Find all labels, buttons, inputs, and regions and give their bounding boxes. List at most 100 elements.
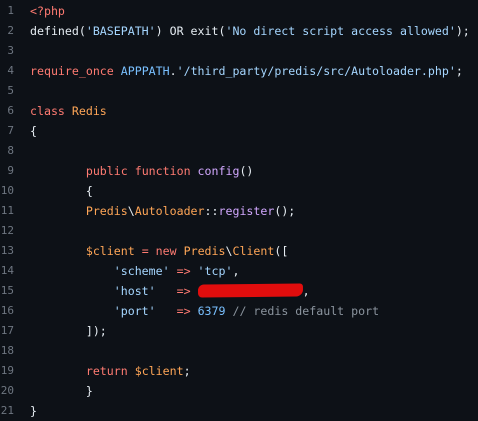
- code-line[interactable]: 6 class Redis: [0, 101, 478, 121]
- code-text[interactable]: Predis\Autoloader::register();: [30, 201, 295, 221]
- code-token: function: [134, 164, 191, 178]
- code-token: 'tcp': [197, 264, 233, 278]
- code-editor[interactable]: 1 <?php 2 defined('BASEPATH') OR exit('No d…: [0, 0, 478, 418]
- code-token: defined(: [30, 24, 86, 38]
- line-number: 7: [7, 124, 14, 137]
- line-number: 4: [7, 64, 14, 77]
- code-line[interactable]: 2 defined('BASEPATH') OR exit('No direct …: [0, 21, 478, 41]
- line-number: 13: [0, 244, 14, 257]
- code-token: ::: [204, 204, 219, 218]
- code-token: ();: [274, 204, 296, 218]
- code-text[interactable]: {: [30, 121, 37, 141]
- line-number: 20: [0, 384, 14, 397]
- code-text[interactable]: 'host' => ,: [30, 281, 310, 301]
- code-line[interactable]: 18: [0, 341, 478, 361]
- code-text[interactable]: {: [30, 181, 93, 201]
- code-line[interactable]: 20 }: [0, 381, 478, 401]
- code-text[interactable]: public function config(): [30, 161, 254, 181]
- code-token: config: [197, 164, 240, 178]
- line-number: 5: [7, 84, 14, 97]
- code-text[interactable]: $client = new Predis\Client([: [30, 241, 289, 261]
- code-line[interactable]: 1 <?php: [0, 1, 478, 21]
- code-line[interactable]: 9 public function config(): [0, 161, 478, 181]
- code-token: =>: [176, 264, 191, 278]
- code-token: {: [30, 124, 37, 138]
- line-number: 2: [7, 24, 14, 37]
- line-number: 17: [0, 324, 14, 337]
- line-number: 11: [0, 204, 14, 217]
- code-line[interactable]: 15 'host' => ,: [0, 281, 478, 301]
- code-token: Predis: [183, 244, 226, 258]
- code-token: <?php: [30, 4, 65, 18]
- code-token: require_once: [30, 64, 114, 78]
- code-token: public: [85, 164, 128, 178]
- code-line[interactable]: 4 require_once APPPATH.'/third_party/pred…: [0, 61, 478, 81]
- code-line[interactable]: 14 'scheme' => 'tcp',: [0, 261, 478, 281]
- code-line[interactable]: 12: [0, 221, 478, 241]
- code-text[interactable]: return $client;: [30, 361, 191, 381]
- code-token: '/third_party/predis/src/Autoloader.php': [176, 64, 456, 78]
- code-token: new: [155, 244, 177, 258]
- code-text[interactable]: class Redis: [30, 101, 107, 121]
- code-token: ]);: [30, 324, 107, 338]
- line-number: 15: [0, 284, 14, 297]
- line-number: 19: [0, 364, 14, 377]
- line-number: 9: [7, 164, 14, 177]
- code-token: 'No direct script access allowed': [225, 24, 456, 38]
- code-token: Autoloader: [134, 204, 205, 218]
- code-token: APPPATH: [120, 64, 170, 78]
- code-token: 6379: [197, 304, 226, 318]
- code-line[interactable]: 16 'port' => 6379 // redis default port: [0, 301, 478, 321]
- code-text[interactable]: <?php: [30, 1, 65, 21]
- code-token: class: [30, 104, 65, 118]
- line-number: 16: [0, 304, 14, 317]
- code-line[interactable]: 10 {: [0, 181, 478, 201]
- code-token: =>: [176, 304, 191, 318]
- code-line[interactable]: 11 Predis\Autoloader::register();: [0, 201, 478, 221]
- code-token: (): [239, 164, 254, 178]
- code-token: ,: [302, 284, 310, 298]
- code-text[interactable]: 'scheme' => 'tcp',: [30, 261, 240, 281]
- code-token: 'scheme': [113, 264, 170, 278]
- code-token: $client: [134, 364, 184, 378]
- code-line[interactable]: 5: [0, 81, 478, 101]
- code-text[interactable]: ]);: [30, 321, 107, 341]
- code-text[interactable]: defined('BASEPATH') OR exit('No direct s…: [30, 21, 470, 41]
- code-line[interactable]: 8: [0, 141, 478, 161]
- code-token: 'host': [113, 284, 156, 298]
- code-token: ;: [183, 364, 191, 378]
- line-number: 12: [0, 224, 14, 237]
- code-line[interactable]: 13 $client = new Predis\Client([: [0, 241, 478, 261]
- code-line[interactable]: 3: [0, 41, 478, 61]
- line-number: 21: [0, 404, 14, 417]
- line-number: 3: [7, 44, 14, 57]
- code-token: $client: [85, 244, 135, 258]
- code-token: ;: [455, 64, 463, 78]
- code-line[interactable]: 17 ]);: [0, 321, 478, 341]
- code-line[interactable]: 19 return $client;: [0, 361, 478, 381]
- code-token: ) OR exit(: [155, 24, 226, 38]
- code-text[interactable]: 'port' => 6379 // redis default port: [30, 301, 379, 321]
- code-text[interactable]: }: [30, 401, 37, 421]
- code-text[interactable]: }: [30, 381, 93, 401]
- line-number: 6: [7, 104, 14, 117]
- line-number: 14: [0, 264, 14, 277]
- line-number: 18: [0, 344, 14, 357]
- code-line[interactable]: 21}: [0, 401, 478, 421]
- code-text[interactable]: require_once APPPATH.'/third_party/predi…: [30, 61, 463, 81]
- code-line[interactable]: 7{: [0, 121, 478, 141]
- code-token: 'BASEPATH': [85, 24, 156, 38]
